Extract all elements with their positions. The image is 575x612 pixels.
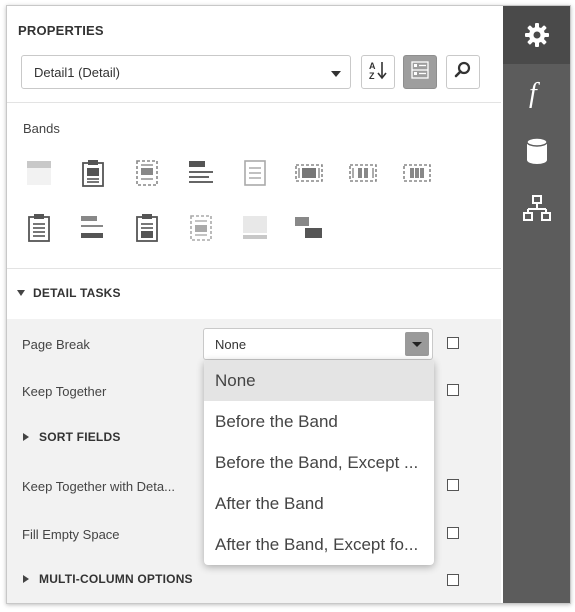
chevron-right-icon (23, 433, 29, 441)
detail-report-band-icon[interactable] (294, 158, 324, 188)
component-select[interactable]: Detail1 (Detail) (21, 55, 351, 89)
divider (7, 268, 501, 269)
dropdown-option[interactable]: Before the Band, Except ... (204, 442, 434, 483)
keep-together-with-detail-label: Keep Together with Deta... (22, 479, 175, 494)
properties-tab[interactable] (503, 6, 570, 64)
expressions-tab[interactable]: f (503, 64, 570, 122)
multi-column-options-label: MULTI-COLUMN OPTIONS (39, 572, 193, 586)
sub-band-icon[interactable] (294, 213, 324, 243)
detail-band-icon[interactable] (240, 158, 270, 188)
sort-alphabetical-icon: A Z (367, 59, 389, 86)
svg-text:Z: Z (369, 71, 375, 81)
page-break-value: None (215, 337, 247, 352)
gear-icon (524, 22, 550, 48)
hierarchy-icon (522, 194, 552, 224)
page-break-checkbox[interactable] (447, 337, 459, 349)
report-header-band-icon[interactable] (78, 158, 108, 188)
page-break-dropdown-button[interactable] (405, 332, 429, 356)
sort-fields-header[interactable]: SORT FIELDS (23, 430, 121, 444)
dropdown-option[interactable]: Before the Band (204, 401, 434, 442)
chevron-down-icon (331, 71, 341, 77)
report-explorer-tab[interactable] (503, 180, 570, 238)
detail-tasks-header[interactable]: DETAIL TASKS (17, 286, 121, 300)
page-break-label: Page Break (22, 337, 90, 352)
sort-fields-label: SORT FIELDS (39, 430, 121, 444)
detail-tasks-label: DETAIL TASKS (33, 286, 121, 300)
keep-together-label: Keep Together (22, 384, 107, 399)
top-margin-band-icon[interactable] (24, 158, 54, 188)
page-break-dropdown-list: None Before the Band Before the Band, Ex… (204, 360, 434, 565)
chevron-down-icon (17, 290, 25, 296)
multi-column-checkbox[interactable] (447, 574, 459, 586)
bottom-margin-band-icon[interactable] (240, 213, 270, 243)
vertical-header-band-icon[interactable] (348, 158, 378, 188)
page-break-select[interactable]: None (203, 328, 433, 360)
multi-column-options-header[interactable]: MULTI-COLUMN OPTIONS (23, 572, 193, 586)
side-tab-bar: f (503, 6, 570, 603)
database-icon (525, 137, 548, 165)
dropdown-option[interactable]: After the Band (204, 483, 434, 524)
properties-panel: PROPERTIES Detail1 (Detail) A Z Bands DE… (7, 6, 501, 603)
svg-text:f: f (529, 78, 540, 108)
chevron-right-icon (23, 575, 29, 583)
page-header-band-icon[interactable] (186, 158, 216, 188)
fill-empty-space-label: Fill Empty Space (22, 527, 120, 542)
keep-together-checkbox[interactable] (447, 384, 459, 396)
divider (7, 102, 501, 103)
keep-together-with-detail-checkbox[interactable] (447, 479, 459, 491)
dropdown-option[interactable]: None (204, 360, 434, 401)
svg-text:A: A (369, 61, 376, 71)
vertical-total-band-icon[interactable] (186, 213, 216, 243)
bands-label: Bands (23, 121, 60, 136)
vertical-detail-band-icon[interactable] (402, 158, 432, 188)
search-button[interactable] (446, 55, 480, 89)
fill-empty-space-checkbox[interactable] (447, 527, 459, 539)
dropdown-option[interactable]: After the Band, Except fo... (204, 524, 434, 565)
panel-title: PROPERTIES (18, 23, 104, 38)
report-footer-band-icon[interactable] (24, 213, 54, 243)
sort-alphabetical-button[interactable]: A Z (361, 55, 395, 89)
function-icon: f (525, 78, 549, 108)
group-header-band-icon[interactable] (132, 158, 162, 188)
categorized-view-icon (409, 59, 431, 86)
group-footer-band-icon[interactable] (78, 213, 108, 243)
data-source-tab[interactable] (503, 122, 570, 180)
search-icon (453, 60, 473, 85)
page-footer-band-icon[interactable] (132, 213, 162, 243)
properties-window: PROPERTIES Detail1 (Detail) A Z Bands DE… (6, 5, 571, 604)
component-select-value: Detail1 (Detail) (34, 65, 120, 80)
categorized-view-button[interactable] (403, 55, 437, 89)
